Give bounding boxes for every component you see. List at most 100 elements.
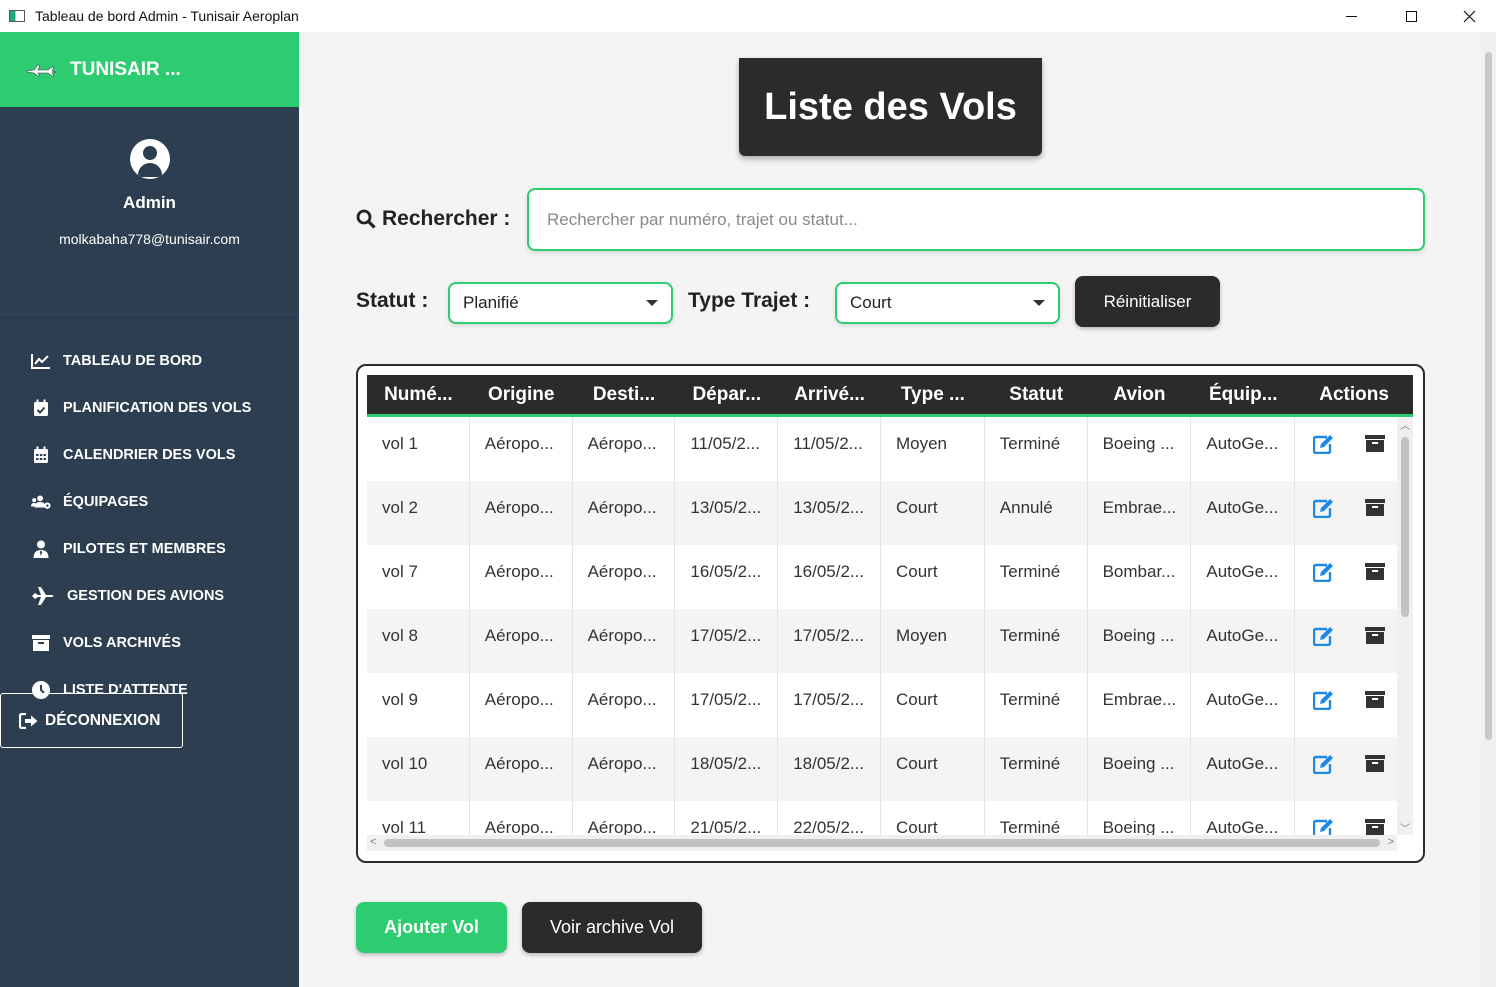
cell-actions: [1295, 417, 1397, 481]
table-row[interactable]: vol 11 Aéropo... Aéropo... 21/05/2... 22/05/…: [367, 801, 1397, 835]
cell-equipage: AutoGe...: [1191, 545, 1296, 609]
cell-destination: Aéropo...: [573, 417, 676, 481]
cell-statut: Terminé: [985, 673, 1088, 737]
cell-avion: Boeing ...: [1088, 417, 1192, 481]
table-body: vol 1 Aéropo... Aéropo... 11/05/2... 11/05/2…: [367, 417, 1397, 835]
column-header-origine[interactable]: Origine: [470, 375, 573, 414]
archive-icon[interactable]: [1365, 754, 1387, 774]
cell-statut: Terminé: [985, 801, 1088, 835]
table-header: Numé... Origine Desti... Dépar... Arrivé…: [367, 375, 1413, 417]
cell-origine: Aéropo...: [470, 481, 573, 545]
cell-avion: Boeing ...: [1088, 801, 1192, 835]
scroll-up-icon[interactable]: ︿: [1400, 417, 1410, 432]
close-button[interactable]: [1446, 0, 1492, 32]
cell-destination: Aéropo...: [573, 481, 676, 545]
column-header-arrivee[interactable]: Arrivé...: [778, 375, 881, 414]
edit-icon[interactable]: [1312, 754, 1335, 775]
scrollbar-thumb[interactable]: [1485, 52, 1492, 740]
logout-button[interactable]: DÉCONNEXION: [0, 693, 183, 748]
sidebar: TUNISAIR ... Admin molkabaha778@tunisair…: [0, 32, 299, 987]
scroll-down-icon[interactable]: ﹀: [1400, 820, 1410, 835]
cell-numero: vol 2: [367, 481, 470, 545]
flights-table: Numé... Origine Desti... Dépar... Arrivé…: [356, 364, 1425, 863]
sidebar-item-archives[interactable]: VOLS ARCHIVÉS: [0, 619, 299, 666]
minimize-button[interactable]: [1328, 0, 1374, 32]
logout-label: DÉCONNEXION: [45, 711, 161, 729]
table-vertical-scrollbar[interactable]: ︿ ﹀: [1397, 417, 1413, 835]
cell-type: Court: [881, 545, 985, 609]
sidebar-item-calendrier[interactable]: CALENDRIER DES VOLS: [0, 431, 299, 478]
sidebar-item-equipages[interactable]: ÉQUIPAGES: [0, 478, 299, 525]
archive-icon[interactable]: [1365, 690, 1387, 710]
table-row[interactable]: vol 8 Aéropo... Aéropo... 17/05/2... 17/05/2…: [367, 609, 1397, 673]
cell-origine: Aéropo...: [470, 737, 573, 801]
edit-icon[interactable]: [1312, 818, 1335, 835]
edit-icon[interactable]: [1312, 562, 1335, 583]
column-header-depart[interactable]: Dépar...: [675, 375, 778, 414]
edit-icon[interactable]: [1312, 434, 1335, 455]
scroll-right-icon[interactable]: >: [1388, 836, 1394, 848]
archive-icon[interactable]: [1365, 498, 1387, 518]
sidebar-item-planification[interactable]: PLANIFICATION DES VOLS: [0, 384, 299, 431]
cell-equipage: AutoGe...: [1191, 609, 1296, 673]
page-title: Liste des Vols: [739, 58, 1042, 156]
cell-equipage: AutoGe...: [1191, 481, 1296, 545]
scrollbar-thumb[interactable]: [384, 839, 1380, 847]
column-header-equipage[interactable]: Équip...: [1191, 375, 1295, 414]
maximize-button[interactable]: [1388, 0, 1434, 32]
sidebar-item-pilotes[interactable]: PILOTES ET MEMBRES: [0, 525, 299, 572]
chart-line-icon: [31, 352, 51, 370]
type-trajet-select[interactable]: Court: [835, 282, 1060, 324]
sidebar-item-tableau-de-bord[interactable]: TABLEAU DE BORD: [0, 337, 299, 384]
scrollbar-thumb[interactable]: [1401, 437, 1409, 617]
table-row[interactable]: vol 9 Aéropo... Aéropo... 17/05/2... 17/05/2…: [367, 673, 1397, 737]
cell-statut: Terminé: [985, 737, 1088, 801]
column-header-avion[interactable]: Avion: [1088, 375, 1192, 414]
sidebar-item-label: CALENDRIER DES VOLS: [63, 446, 236, 463]
view-archive-button[interactable]: Voir archive Vol: [522, 902, 702, 953]
add-flight-button[interactable]: Ajouter Vol: [356, 902, 507, 953]
edit-icon[interactable]: [1312, 498, 1335, 519]
type-trajet-label: Type Trajet :: [688, 289, 811, 312]
sidebar-item-avions[interactable]: GESTION DES AVIONS: [0, 572, 299, 619]
sidebar-item-label: TABLEAU DE BORD: [63, 352, 203, 369]
close-icon: [1463, 10, 1475, 22]
brand-name: TUNISAIR ...: [70, 58, 181, 80]
cell-origine: Aéropo...: [470, 609, 573, 673]
archive-icon[interactable]: [1365, 562, 1387, 582]
edit-icon[interactable]: [1312, 626, 1335, 647]
table-row[interactable]: vol 10 Aéropo... Aéropo... 18/05/2... 18/05/…: [367, 737, 1397, 801]
archive-icon[interactable]: [1365, 434, 1387, 454]
scroll-left-icon[interactable]: <: [370, 836, 376, 848]
maximize-icon: [1405, 10, 1417, 22]
table-row[interactable]: vol 7 Aéropo... Aéropo... 16/05/2... 16/05/2…: [367, 545, 1397, 609]
table-horizontal-scrollbar[interactable]: < >: [367, 835, 1397, 851]
cell-destination: Aéropo...: [573, 737, 676, 801]
reset-button[interactable]: Réinitialiser: [1075, 276, 1220, 327]
column-header-numero[interactable]: Numé...: [367, 375, 470, 414]
cell-depart: 18/05/2...: [675, 737, 779, 801]
cell-actions: [1295, 481, 1397, 545]
column-header-statut[interactable]: Statut: [985, 375, 1088, 414]
cell-arrivee: 18/05/2...: [778, 737, 881, 801]
status-select[interactable]: Planifié: [448, 282, 673, 324]
cell-equipage: AutoGe...: [1191, 801, 1296, 835]
edit-icon[interactable]: [1312, 690, 1335, 711]
search-input[interactable]: [527, 188, 1425, 251]
archive-icon[interactable]: [1365, 818, 1387, 835]
window-vertical-scrollbar[interactable]: [1481, 32, 1496, 987]
column-header-actions: Actions: [1319, 383, 1389, 405]
archive-icon[interactable]: [1365, 626, 1387, 646]
cell-statut: Terminé: [985, 545, 1088, 609]
cell-equipage: AutoGe...: [1191, 673, 1296, 737]
profile-email: molkabaha778@tunisair.com: [59, 231, 240, 247]
column-header-type[interactable]: Type ...: [881, 375, 985, 414]
cell-type: Moyen: [881, 417, 985, 481]
cell-actions: [1295, 801, 1397, 835]
column-header-destination[interactable]: Desti...: [573, 375, 676, 414]
cell-depart: 13/05/2...: [675, 481, 779, 545]
cell-statut: Annulé: [985, 481, 1088, 545]
table-row[interactable]: vol 2 Aéropo... Aéropo... 13/05/2... 13/05/2…: [367, 481, 1397, 545]
cell-actions: [1295, 673, 1397, 737]
table-row[interactable]: vol 1 Aéropo... Aéropo... 11/05/2... 11/05/2…: [367, 417, 1397, 481]
